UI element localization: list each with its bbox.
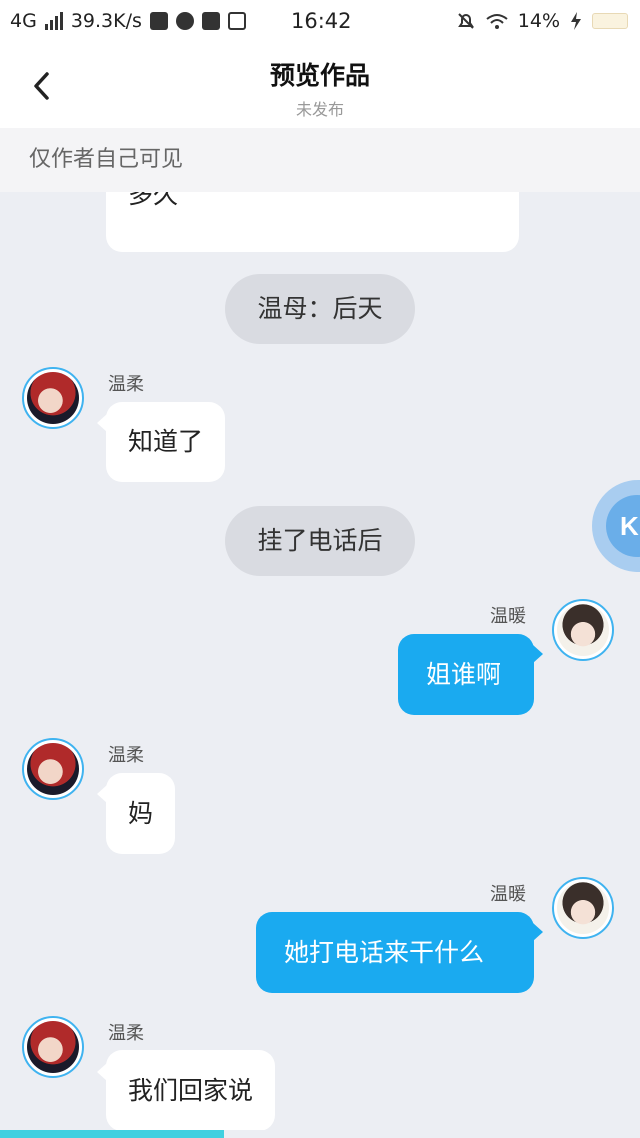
narration-bubble: 温母：后天 (225, 274, 415, 344)
reading-progress-fill (0, 1130, 224, 1138)
message-text: 多久 (128, 192, 179, 209)
avatar-photo (27, 1021, 79, 1073)
speaker-name: 温柔 (108, 374, 144, 395)
speaker-name: 温柔 (108, 1023, 144, 1044)
status-bar: 4G 39.3K/s 16:42 14% (0, 0, 640, 44)
message-bubble-right: 她打电话来干什么 (256, 912, 534, 993)
k-logo-icon: K (606, 495, 640, 557)
avatar[interactable] (22, 367, 84, 429)
message-bubble-left: 多久 (106, 192, 519, 252)
wifi-icon (486, 14, 508, 29)
k-app-icon (149, 12, 168, 30)
status-right: 14% (456, 10, 628, 32)
avatar[interactable] (22, 1016, 84, 1078)
status-left: 4G 39.3K/s (10, 10, 246, 32)
page-title: 预览作品 (269, 61, 370, 90)
network-speed: 39.3K/s (70, 10, 142, 32)
message-bubble-left: 我们回家说 (106, 1050, 276, 1131)
narration-bubble: 挂了电话后 (225, 506, 415, 576)
bubble-tail (533, 923, 543, 941)
visibility-notice: 仅作者自己可见 (0, 128, 640, 192)
page-header: 预览作品 未发布 (0, 44, 640, 128)
battery-percent: 14% (517, 10, 560, 32)
message-bubble-left: 知道了 (106, 402, 226, 482)
planet-icon (175, 12, 194, 30)
avatar-photo (27, 372, 79, 424)
s-app-icon (227, 12, 246, 30)
message-bubble-right: 姐谁啊 (398, 634, 534, 715)
clock: 16:42 (291, 9, 352, 33)
avatar[interactable] (552, 877, 614, 939)
speaker-name: 温柔 (108, 745, 144, 766)
reading-progress-bar (0, 1130, 640, 1138)
signal-icon (44, 12, 63, 30)
avatar[interactable] (22, 738, 84, 800)
avatar-photo (557, 882, 609, 934)
network-type: 4G (10, 10, 37, 32)
page-subtitle: 未发布 (295, 100, 344, 119)
message-bubble-left: 妈 (106, 773, 176, 854)
bubble-tail (533, 645, 543, 663)
database-icon (201, 12, 220, 30)
speaker-name: 温暖 (490, 884, 526, 905)
avatar-photo (27, 743, 79, 795)
avatar-photo (557, 604, 609, 656)
charging-icon (571, 12, 581, 30)
app-screen: 4G 39.3K/s 16:42 14% 预览作品 未发布 仅作者自己可见 多久… (0, 0, 640, 1138)
mute-bell-icon (457, 13, 474, 29)
battery-icon (592, 13, 628, 29)
speaker-name: 温暖 (490, 606, 526, 627)
chat-area[interactable]: 多久 温母：后天 温柔 知道了 挂了电话后 温暖 姐谁啊 温柔 妈 温暖 她打电… (0, 192, 640, 1138)
avatar[interactable] (552, 599, 614, 661)
